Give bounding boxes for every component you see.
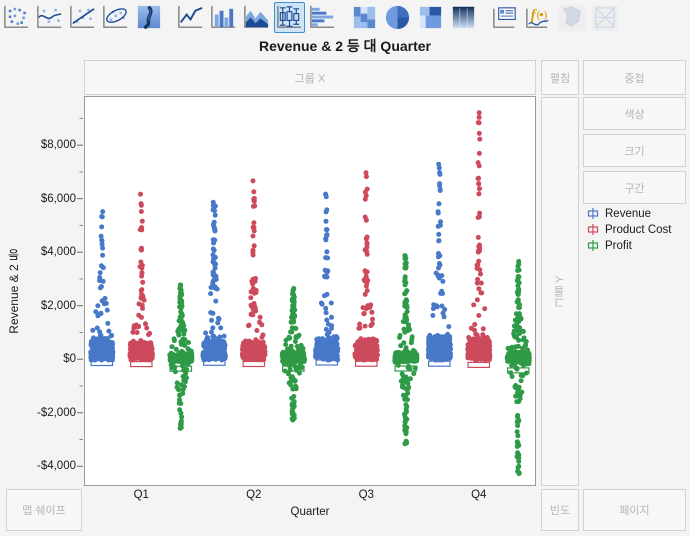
ellipse-icon[interactable]: [100, 2, 131, 33]
legend-item[interactable]: Product Cost: [585, 222, 690, 237]
box-plot-icon[interactable]: [274, 2, 305, 33]
page-title: Revenue & 2 등 대 Quarter: [258, 38, 432, 54]
legend-item[interactable]: Revenue: [585, 206, 690, 221]
y-axis-tick-label: $2,000: [40, 299, 76, 312]
y-axis-tick-label: -$4,000: [36, 460, 76, 473]
y-axis: $8,000 $6,000 $4,000 $2,000 $0 -$2,000 -$4,000: [0, 96, 84, 486]
toolbar-group-annotations: f(): [489, 0, 621, 35]
mosaic-icon[interactable]: [349, 2, 380, 33]
legend-label: Revenue: [605, 207, 652, 220]
formula-icon[interactable]: f(): [523, 2, 554, 33]
parallel-plot-icon: [589, 2, 620, 33]
text-box-icon[interactable]: [490, 2, 521, 33]
x-axis-tick-label: Q4: [471, 489, 487, 501]
svg-text:): ): [543, 8, 547, 21]
x-axis-tick-label: Q1: [133, 489, 149, 501]
plot-area[interactable]: [84, 96, 536, 486]
legend-marker-icon: [585, 239, 601, 252]
drop-zone-size[interactable]: 크기: [583, 134, 686, 167]
chart-legend: Revenue Product Cost Profit: [585, 206, 690, 254]
line-chart-icon[interactable]: [175, 2, 206, 33]
legend-marker-icon: [585, 207, 601, 220]
smoother-icon[interactable]: [34, 2, 65, 33]
drop-zone-spread[interactable]: 펼침: [541, 60, 579, 95]
bar-chart-icon[interactable]: [208, 2, 239, 33]
chart-type-toolbar: f(): [0, 0, 690, 35]
y-axis-tick-label: $8,000: [40, 139, 76, 152]
drop-zone-page[interactable]: 페이지: [583, 489, 686, 531]
treemap-icon[interactable]: [415, 2, 446, 33]
legend-item[interactable]: Profit: [585, 238, 690, 253]
y-axis-tick-label: -$2,000: [36, 406, 76, 419]
drop-zone-interval[interactable]: 구간: [583, 171, 686, 204]
contour-icon[interactable]: [133, 2, 164, 33]
legend-label: Profit: [605, 239, 632, 252]
map-shape-icon: [556, 2, 587, 33]
histogram-icon[interactable]: [307, 2, 338, 33]
scatterplot-icon[interactable]: [1, 2, 32, 33]
line-of-fit-icon[interactable]: [67, 2, 98, 33]
area-chart-icon[interactable]: [241, 2, 272, 33]
drop-zone-map-shape[interactable]: 맵 쉐이프: [6, 489, 82, 531]
heatmap-icon[interactable]: [448, 2, 479, 33]
y-axis-tick-label: $6,000: [40, 192, 76, 205]
drop-zone-color[interactable]: 색상: [583, 97, 686, 130]
x-axis-tick-label: Q3: [358, 489, 374, 501]
y-axis-tick-label: $0: [63, 353, 76, 366]
pie-chart-icon[interactable]: [382, 2, 413, 33]
drop-zone-overlay[interactable]: 중첩: [583, 60, 686, 95]
x-axis-tick-label: Q2: [246, 489, 262, 501]
drop-zone-frequency[interactable]: 빈도: [541, 489, 579, 531]
legend-marker-icon: [585, 223, 601, 236]
toolbar-group-plot-types-3: [348, 0, 480, 35]
toolbar-group-plot-types-2: [174, 0, 339, 35]
x-axis-title: Quarter: [290, 506, 330, 518]
drop-zone-group-x[interactable]: 그룹 X: [84, 60, 536, 95]
legend-label: Product Cost: [605, 223, 672, 236]
drop-zone-group-y[interactable]: 그룹 Y: [541, 97, 579, 486]
toolbar-group-plot-types-1: [0, 0, 165, 35]
plot-canvas: [88, 110, 532, 477]
y-axis-tick-label: $4,000: [40, 246, 76, 259]
